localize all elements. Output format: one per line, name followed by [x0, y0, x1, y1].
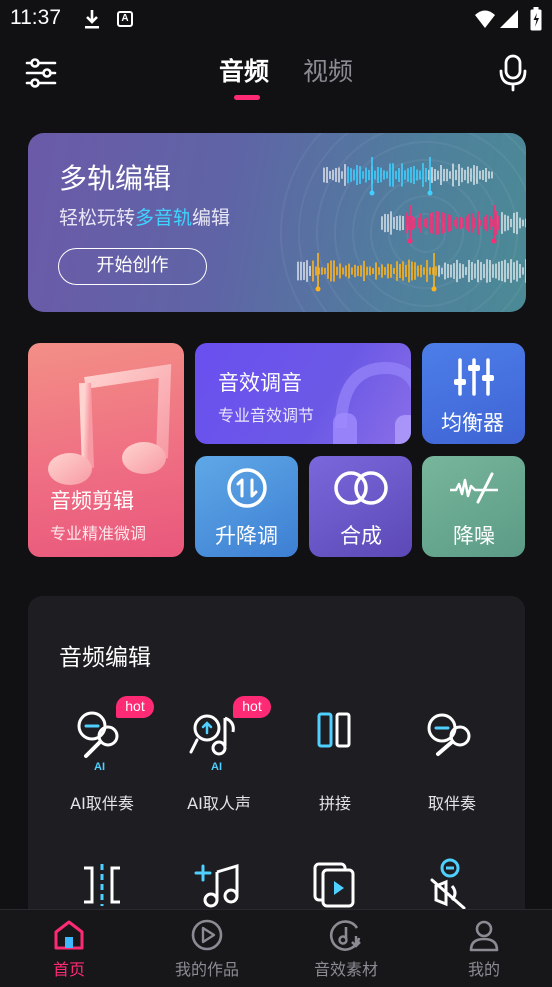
nav-home[interactable]: 首页 [14, 910, 124, 987]
banner-subtitle: 轻松玩转多音轨编辑 [59, 207, 231, 229]
audio-edit-title: 音频编辑 [59, 645, 151, 671]
nav-my-works[interactable]: 我的作品 [152, 910, 262, 987]
banner-title: 多轨编辑 [59, 162, 172, 195]
microphone-icon[interactable] [498, 54, 528, 92]
sound-effect-tile[interactable]: 音效调音 专业音效调节 [195, 343, 411, 444]
sound-effect-title: 音效调音 [218, 371, 302, 395]
status-bar: 11:37 A [0, 0, 552, 40]
hot-badge: hot [233, 696, 271, 718]
waveform-track [297, 253, 526, 292]
splice-icon [317, 712, 351, 748]
noise-reduction-tile[interactable]: 降噪 [422, 456, 525, 557]
ai-vocal-item[interactable]: AI AI取人声 [164, 708, 274, 818]
merge-title: 合成 [340, 524, 382, 548]
equalizer-tile[interactable]: 均衡器 [422, 343, 525, 444]
feature-label: 取伴奏 [427, 794, 476, 813]
nav-label: 首页 [52, 960, 85, 979]
tab-audio[interactable]: 音频 [219, 52, 269, 88]
ai-label: AI [94, 761, 105, 773]
audio-cut-subtitle: 专业精准微调 [50, 524, 147, 543]
multitrack-banner[interactable]: 多轨编辑 轻松玩转多音轨编辑 开始创作 [28, 133, 526, 312]
accompaniment-item[interactable]: 取伴奏 [397, 708, 507, 818]
audio-edit-card: 音频编辑 AI AI取伴奏 hot AI AI取人声 hot 拼接 取伴奏 [28, 596, 525, 926]
ai-accompaniment-item[interactable]: AI AI取伴奏 [47, 708, 157, 818]
noise-reduction-icon [450, 472, 498, 504]
ai-label: AI [211, 761, 222, 773]
waveform-track [381, 205, 526, 244]
nav-label: 我的作品 [174, 960, 239, 979]
feature-label: 拼接 [318, 794, 351, 813]
battery-icon [530, 7, 542, 31]
tab-indicator [234, 95, 260, 100]
status-time: 11:37 [10, 6, 61, 29]
download-icon [85, 10, 99, 29]
pitch-tile[interactable]: 升降调 [195, 456, 298, 557]
waveform-track [323, 157, 493, 196]
settings-sliders-icon[interactable] [24, 56, 58, 90]
user-icon [469, 920, 499, 952]
splice-item[interactable]: 拼接 [280, 708, 390, 818]
wifi-icon [475, 10, 495, 28]
nav-label: 音效素材 [313, 960, 378, 979]
nav-sound-materials[interactable]: 音效素材 [291, 910, 401, 987]
equalizer-title: 均衡器 [441, 411, 504, 435]
equalizer-icon [454, 358, 494, 396]
hot-badge: hot [116, 696, 154, 718]
pitch-title: 升降调 [215, 524, 278, 548]
multitrack-waveform-illustration [297, 157, 526, 292]
start-create-button[interactable]: 开始创作 [58, 248, 207, 285]
audio-cut-tile[interactable]: 音频剪辑 专业精准微调 [28, 343, 184, 557]
signal-icon [500, 10, 518, 28]
merge-circles-icon [334, 471, 388, 505]
headphones-icon [333, 361, 411, 444]
feature-label: AI取人声 [187, 794, 251, 813]
music-disc-icon [329, 920, 361, 951]
merge-tile[interactable]: 合成 [309, 456, 412, 557]
audio-cut-title: 音频剪辑 [50, 489, 134, 513]
mic-minus-icon [427, 713, 471, 756]
home-icon [54, 920, 84, 950]
sound-effect-subtitle: 专业音效调节 [218, 406, 315, 425]
nav-label: 我的 [467, 960, 500, 979]
bottom-nav: 首页 我的作品 音效素材 我的 [0, 909, 552, 987]
tab-video[interactable]: 视频 [303, 52, 353, 88]
feature-label: AI取伴奏 [70, 794, 134, 813]
pitch-updown-icon [227, 468, 267, 508]
play-circle-icon [191, 919, 223, 951]
nav-profile[interactable]: 我的 [429, 910, 539, 987]
a-notification-icon: A [117, 11, 133, 27]
noise-reduction-title: 降噪 [453, 524, 495, 548]
music-note-icon [48, 363, 172, 485]
